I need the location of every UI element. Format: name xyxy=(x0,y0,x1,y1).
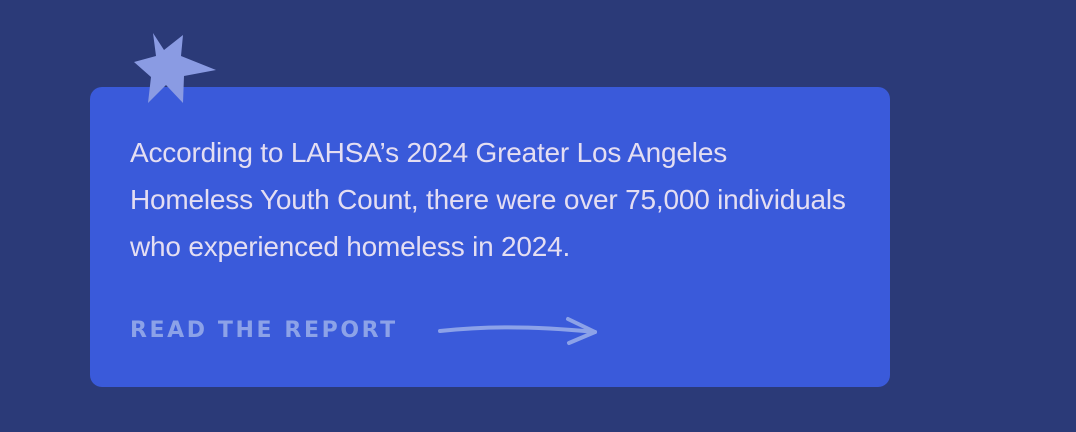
callout-card: According to LAHSA’s 2024 Greater Los An… xyxy=(90,87,890,387)
arrow-right-icon xyxy=(437,317,597,345)
read-report-link[interactable]: READ THE REPORT xyxy=(130,313,600,347)
callout-text: According to LAHSA’s 2024 Greater Los An… xyxy=(130,137,846,262)
read-report-label: READ THE REPORT xyxy=(130,317,398,343)
star-icon xyxy=(134,33,216,103)
